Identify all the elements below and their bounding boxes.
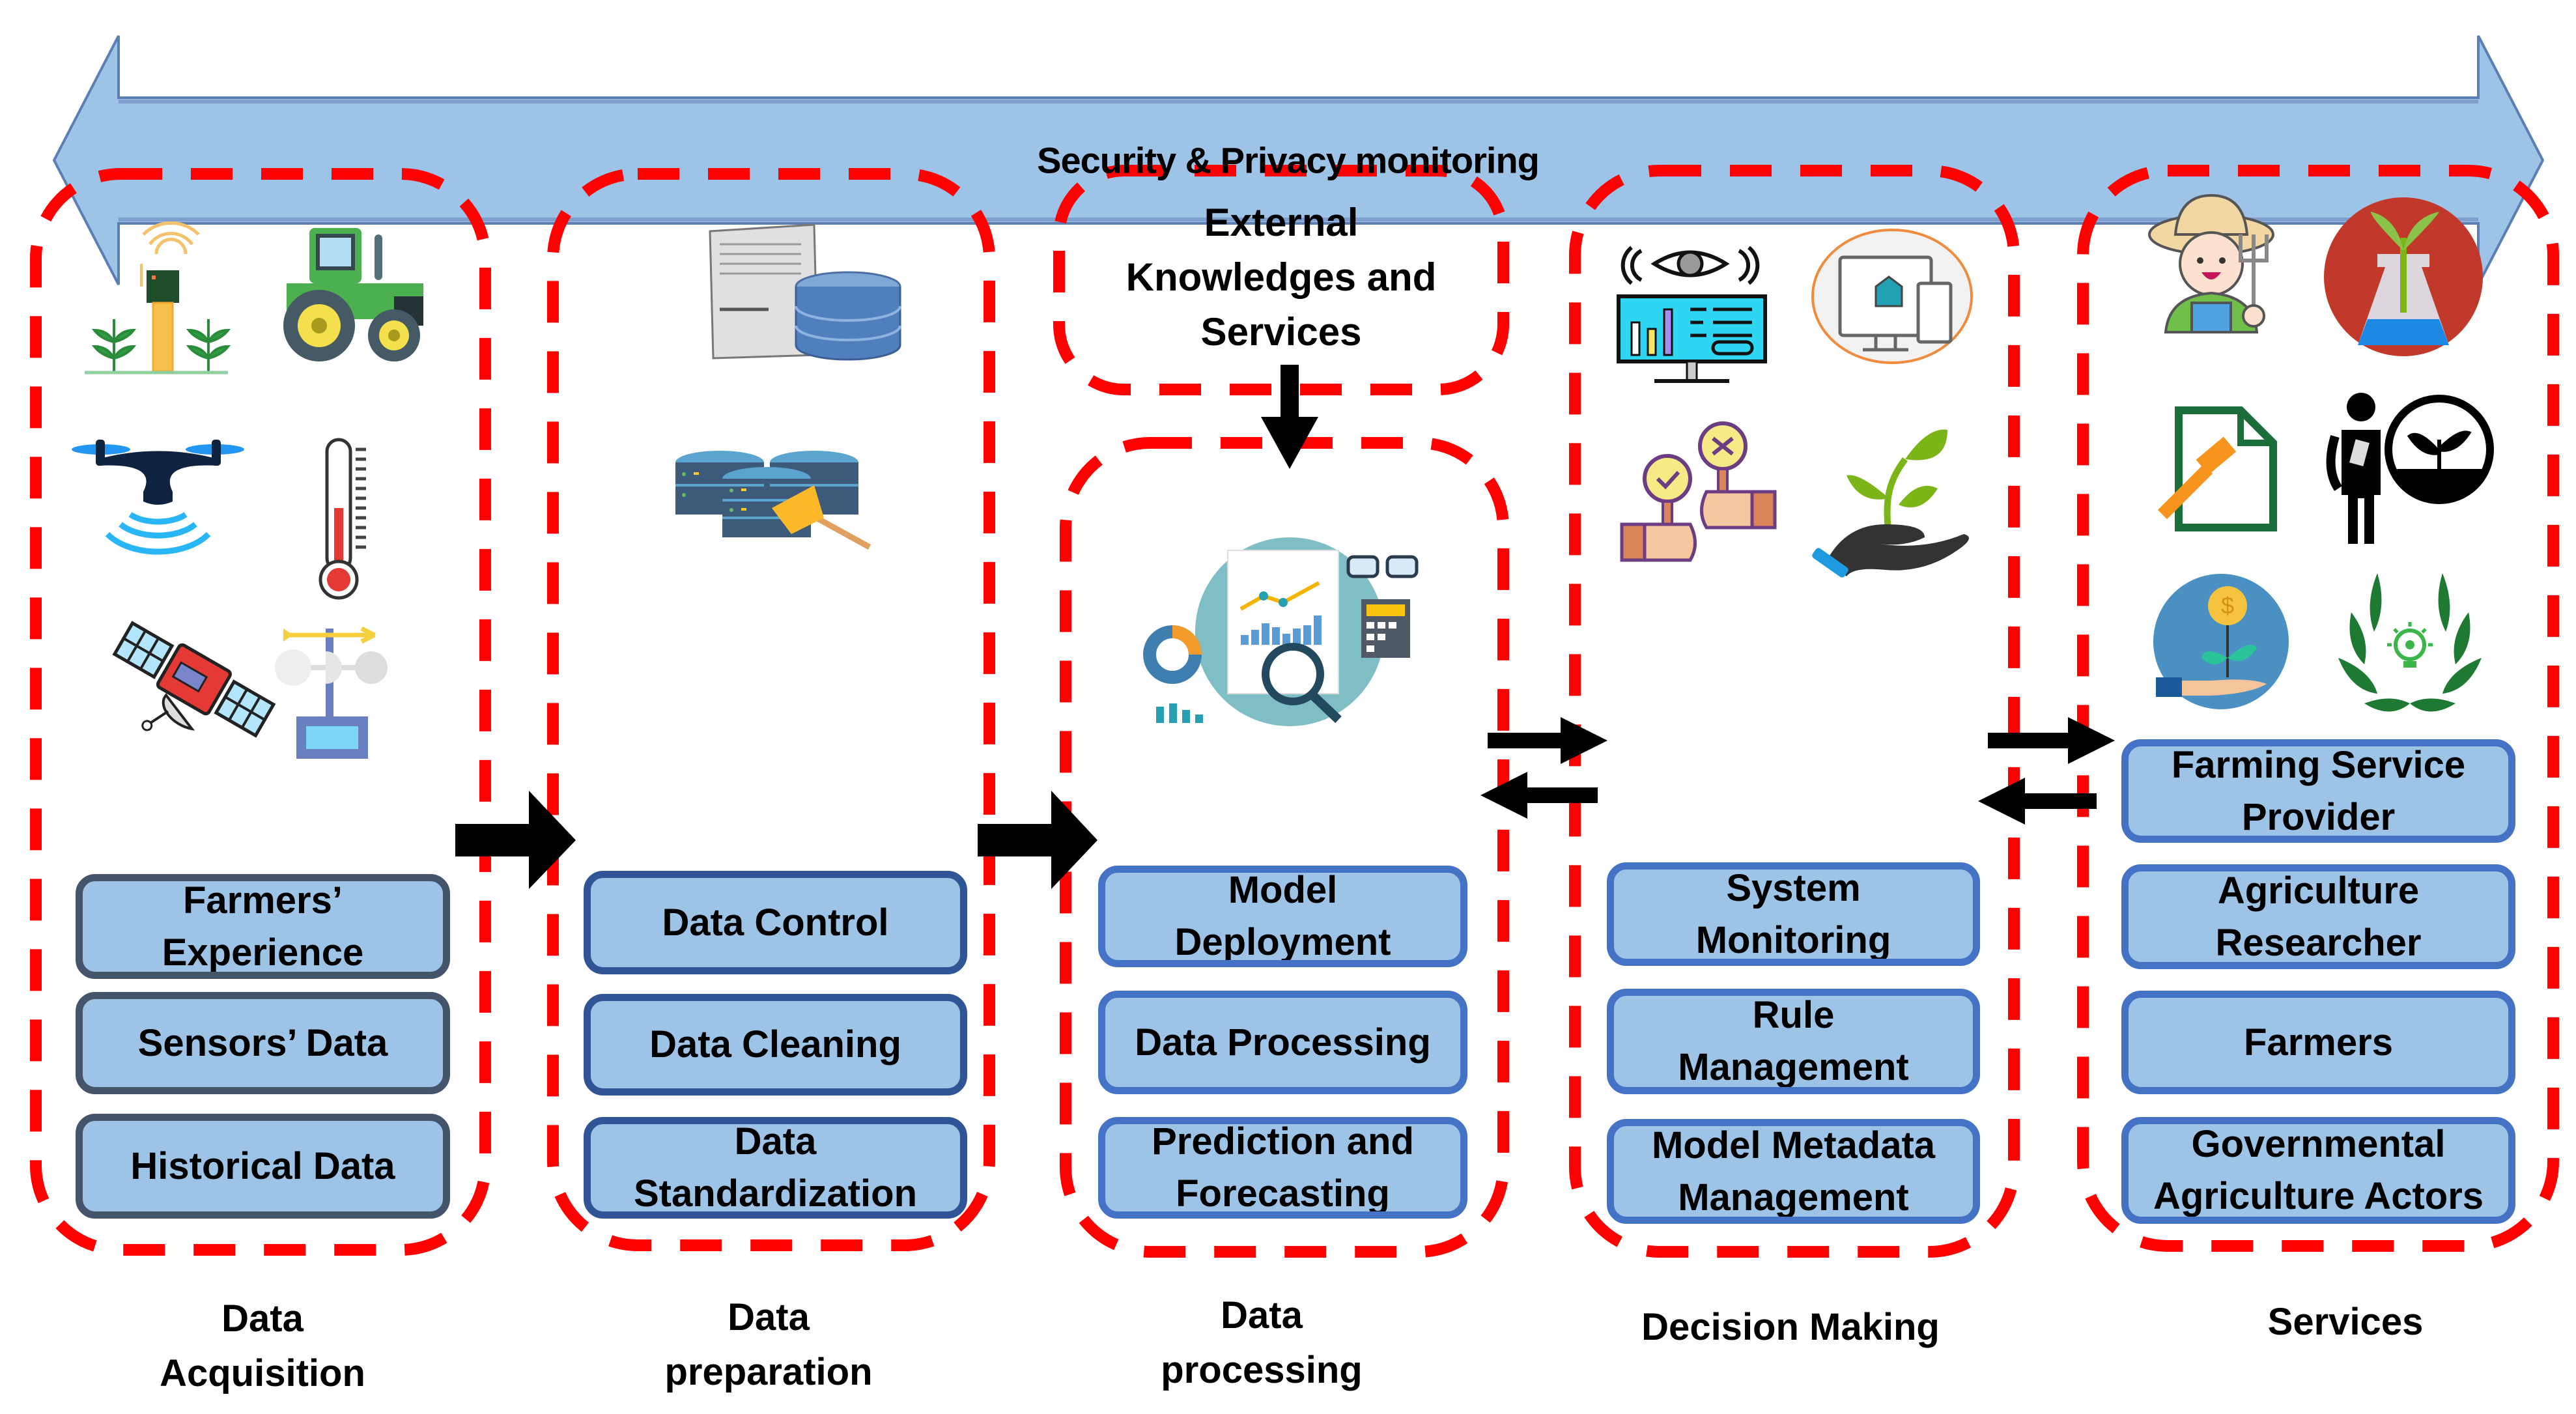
item-data-standardization: Data Standardization xyxy=(584,1117,967,1219)
weather-vane-icon xyxy=(275,626,388,759)
drone-icon xyxy=(72,440,244,555)
database-cleaning-icon xyxy=(675,451,871,550)
item-data-processing: Data Processing xyxy=(1098,991,1467,1094)
hand-plant-icon xyxy=(1812,429,1969,578)
item-model-deployment: Model Deployment xyxy=(1098,866,1467,967)
innovation-laurel-icon xyxy=(2338,573,2482,712)
plant-lab-icon xyxy=(2324,197,2483,356)
item-farmers: Farmers xyxy=(2121,991,2515,1094)
satellite-icon xyxy=(112,621,276,738)
item-system-monitoring: System Monitoring xyxy=(1607,862,1980,966)
stage-label-data-processing: Data processing xyxy=(1161,1294,1363,1391)
item-agriculture-researcher: Agriculture Researcher xyxy=(2121,864,2515,969)
arrow-external-to-processing xyxy=(1261,365,1318,469)
external-knowledge-label: External Knowledges and Services xyxy=(1125,201,1437,354)
legal-document-icon xyxy=(2157,406,2277,531)
stage-label-services: Services xyxy=(2267,1301,2424,1343)
security-privacy-banner-label: Security & Privacy monitoring xyxy=(1037,139,1540,181)
item-governmental-agriculture-actors: Governmental Agriculture Actors xyxy=(2121,1117,2515,1224)
arrow-preparation-to-processing xyxy=(978,791,1097,889)
stage-label-data-acquisition: Data Acquisition xyxy=(160,1297,365,1394)
item-prediction-forecasting: Prediction and Forecasting xyxy=(1098,1117,1467,1219)
item-data-control: Data Control xyxy=(584,871,967,974)
item-model-metadata-management: Model Metadata Management xyxy=(1607,1119,1980,1224)
monitoring-dashboard-icon xyxy=(1617,246,1767,383)
investment-icon: $ xyxy=(2153,574,2289,709)
item-farming-service-provider: Farming Service Provider xyxy=(2121,739,2515,843)
item-sensors-data: Sensors’ Data xyxy=(76,992,450,1094)
item-farmers-experience: Farmers’ Experience xyxy=(76,874,450,979)
agronomist-icon xyxy=(2326,393,2494,544)
item-data-cleaning: Data Cleaning xyxy=(584,994,967,1096)
approve-reject-icon xyxy=(1620,421,1777,562)
stage-label-data-preparation: Data preparation xyxy=(664,1296,873,1393)
thermometer-icon xyxy=(318,438,366,600)
stage-label-decision-making: Decision Making xyxy=(1641,1306,1940,1348)
data-analytics-icon xyxy=(1143,537,1419,726)
tractor-icon xyxy=(283,228,423,361)
item-rule-management: Rule Management xyxy=(1607,989,1980,1094)
item-historical-data: Historical Data xyxy=(76,1114,450,1219)
multi-device-icon xyxy=(1811,229,1973,364)
database-server-icon xyxy=(709,223,901,361)
svg-text:$: $ xyxy=(2221,592,2234,619)
arrow-decision-to-services xyxy=(1988,717,2115,764)
